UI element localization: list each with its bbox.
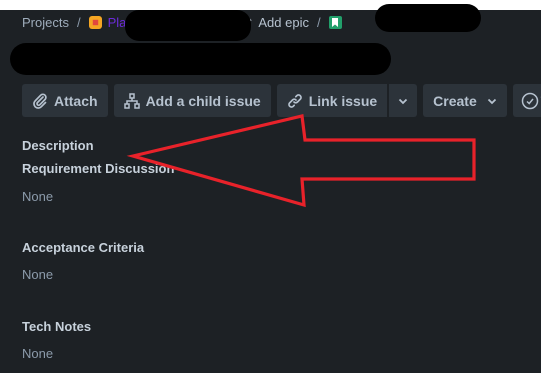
add-epic-label: Add epic	[258, 14, 309, 30]
add-epic-button[interactable]: Add epic	[242, 15, 309, 30]
link-issue-dropdown-button[interactable]	[389, 84, 418, 117]
link-issue-button[interactable]: Link issue	[276, 84, 388, 117]
add-child-issue-label: Add a child issue	[145, 92, 261, 109]
field-label-tech-notes: Tech Notes	[22, 319, 92, 334]
story-icon[interactable]	[328, 15, 342, 29]
attach-label: Attach	[54, 92, 98, 109]
chevron-down-icon	[487, 98, 496, 104]
redaction-mark	[10, 43, 391, 75]
add-child-issue-button[interactable]: Add a child issue	[113, 84, 271, 117]
field-label-acceptance-criteria: Acceptance Criteria	[22, 240, 145, 255]
clock-icon	[521, 92, 539, 109]
time-tracking-button[interactable]: T	[512, 84, 541, 117]
link-icon	[287, 93, 302, 108]
link-issue-label: Link issue	[308, 92, 378, 109]
breadcrumb-separator: /	[316, 14, 321, 30]
project-name: Pla	[107, 14, 127, 30]
field-value-requirement-discussion[interactable]: None	[22, 189, 53, 204]
field-value-acceptance-criteria[interactable]: None	[22, 267, 53, 282]
attach-button[interactable]: Attach	[22, 84, 108, 117]
breadcrumb-separator: /	[76, 14, 81, 30]
hierarchy-icon	[123, 92, 140, 109]
project-avatar-icon	[88, 15, 102, 29]
redaction-mark	[375, 4, 481, 32]
redaction-mark	[125, 10, 251, 41]
description-heading: Description	[22, 138, 94, 153]
paperclip-icon	[33, 92, 47, 109]
field-value-tech-notes[interactable]: None	[22, 346, 53, 361]
create-label: Create	[433, 92, 477, 109]
field-label-requirement-discussion: Requirement Discussion	[22, 161, 175, 176]
issue-toolbar: Attach Add a child issue Link issue Crea…	[22, 84, 541, 117]
breadcrumb-projects[interactable]: Projects	[22, 15, 69, 30]
chevron-down-icon	[399, 98, 408, 104]
create-button[interactable]: Create	[423, 84, 507, 117]
